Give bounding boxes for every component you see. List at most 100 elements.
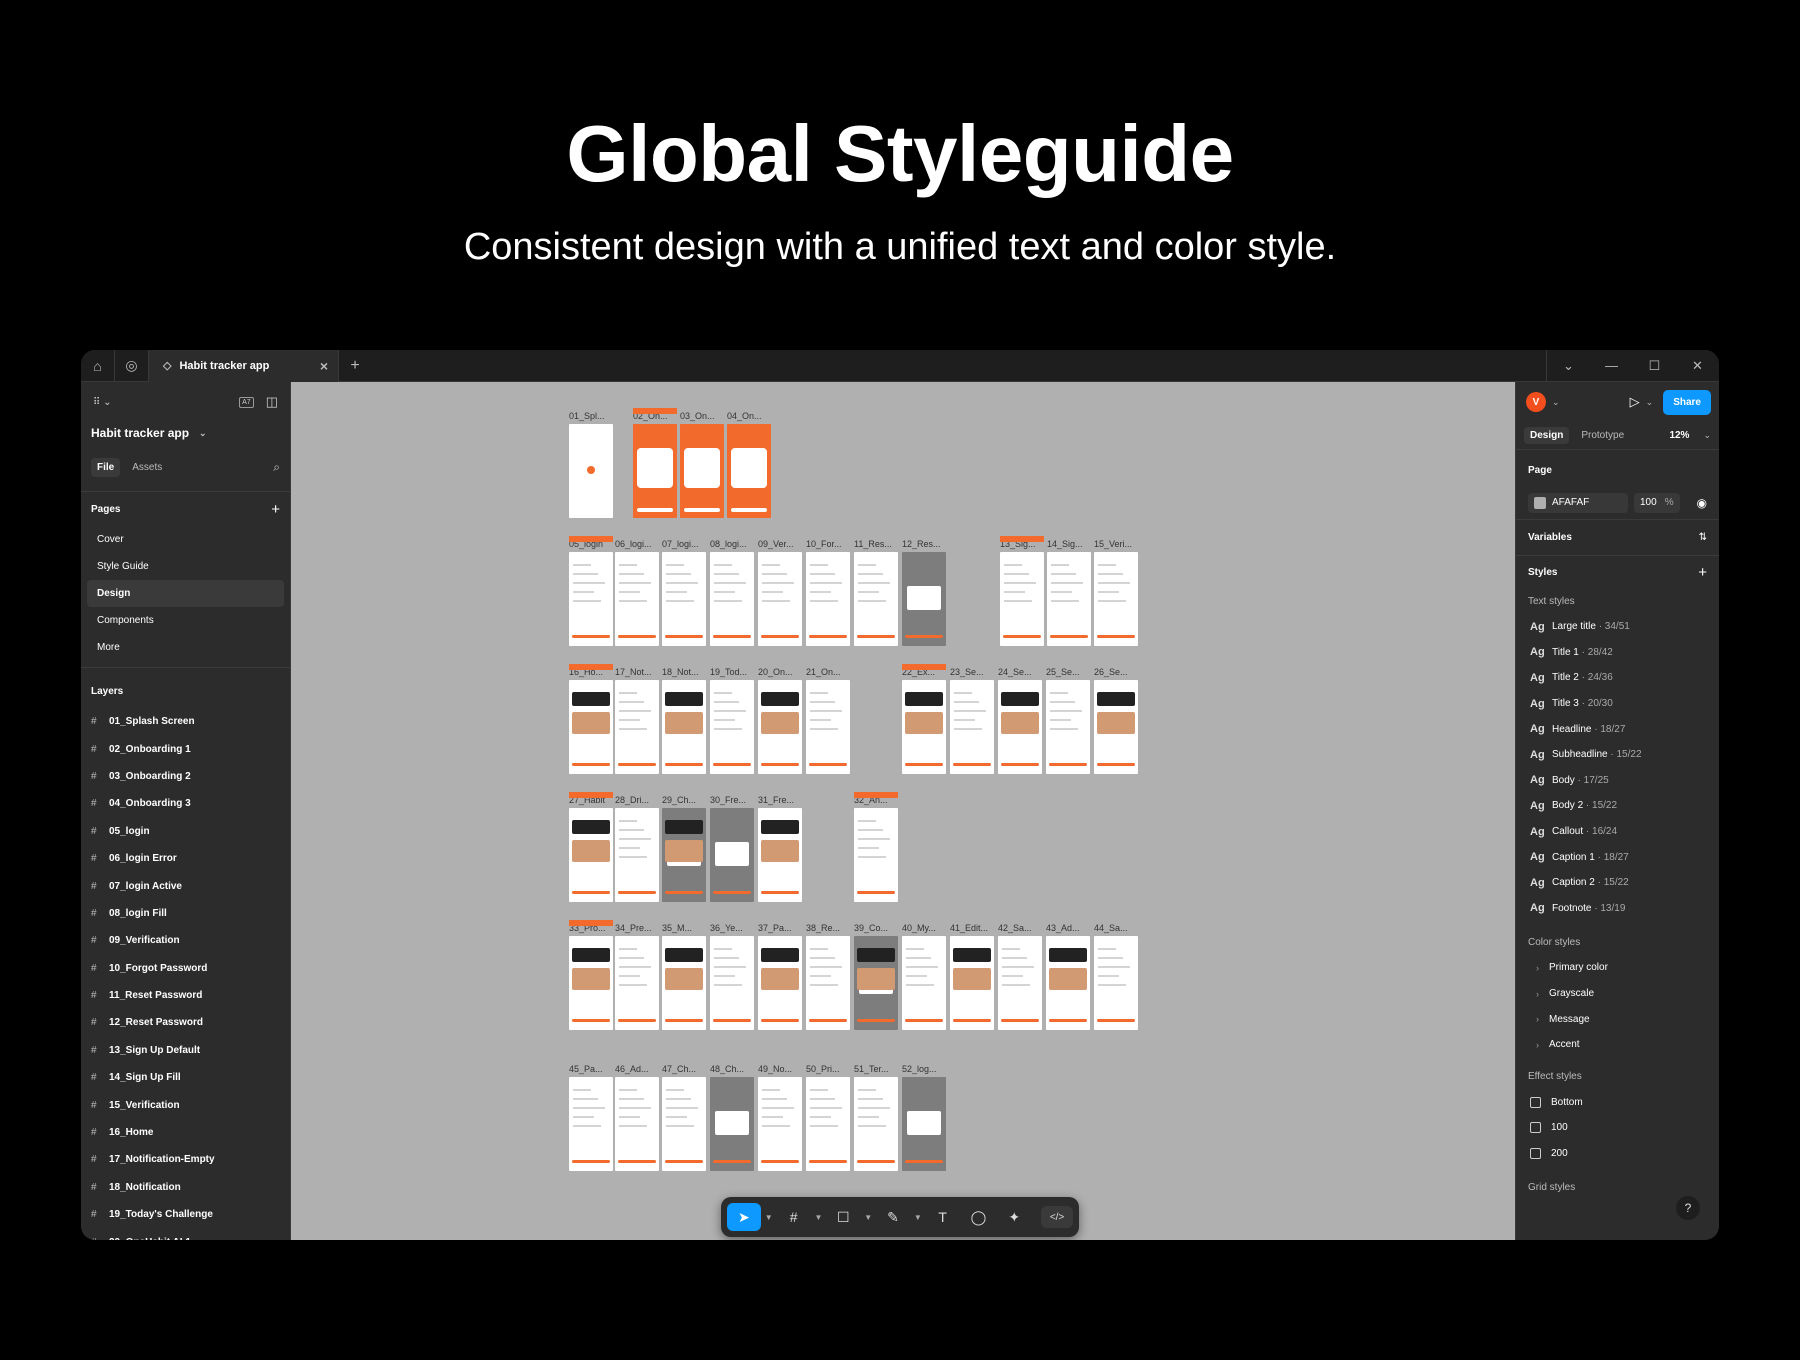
frame-label[interactable]: 17_Not... bbox=[615, 667, 652, 677]
layer-item[interactable]: #04_Onboarding 3 bbox=[81, 790, 290, 817]
chevron-right-icon[interactable]: › bbox=[1536, 1040, 1539, 1050]
frame-label[interactable]: 11_Res... bbox=[854, 539, 892, 549]
file-name-row[interactable]: Habit tracker app ⌄ bbox=[81, 422, 290, 444]
maximize-icon[interactable]: ☐ bbox=[1633, 350, 1676, 382]
frame-label[interactable]: 14_Sig... bbox=[1047, 539, 1083, 549]
screen-frame[interactable] bbox=[998, 936, 1042, 1030]
chevron-down-icon[interactable]: ▼ bbox=[862, 1203, 874, 1231]
frame-label[interactable]: 31_Fre... bbox=[758, 795, 794, 805]
help-button[interactable]: ? bbox=[1676, 1196, 1700, 1220]
frame-label[interactable]: 04_On... bbox=[727, 411, 762, 421]
frame-label[interactable]: 51_Ter... bbox=[854, 1064, 889, 1074]
text-style-item[interactable]: Ag Title 2 · 24/36 bbox=[1516, 665, 1719, 691]
frame-tool-icon[interactable]: # bbox=[777, 1203, 811, 1231]
chevron-right-icon[interactable]: › bbox=[1536, 1014, 1539, 1024]
screen-frame[interactable] bbox=[806, 1077, 850, 1171]
frame-label[interactable]: 20_On... bbox=[758, 667, 793, 677]
panel-toggle-icon[interactable]: ◫ bbox=[266, 394, 278, 410]
frame-label[interactable]: 49_No... bbox=[758, 1064, 792, 1074]
text-style-item[interactable]: Ag Headline · 18/27 bbox=[1516, 716, 1719, 742]
text-style-item[interactable]: Ag Body · 17/25 bbox=[1516, 768, 1719, 794]
screen-frame[interactable] bbox=[806, 680, 850, 774]
layer-item[interactable]: #11_Reset Password bbox=[81, 982, 290, 1009]
layer-item[interactable]: #17_Notification-Empty bbox=[81, 1146, 290, 1173]
text-style-item[interactable]: Ag Footnote · 13/19 bbox=[1516, 896, 1719, 922]
frame-label[interactable]: 45_Pa... bbox=[569, 1064, 603, 1074]
frame-label[interactable]: 26_Se... bbox=[1094, 667, 1128, 677]
pen-tool-icon[interactable]: ✎ bbox=[876, 1203, 910, 1231]
frame-label[interactable]: 24_Se... bbox=[998, 667, 1032, 677]
screen-frame[interactable] bbox=[758, 552, 802, 646]
avatar[interactable]: V bbox=[1526, 392, 1546, 412]
frame-label[interactable]: 42_Sa... bbox=[998, 923, 1032, 933]
page-color-input[interactable]: AFAFAF bbox=[1528, 492, 1628, 513]
effect-style-item[interactable]: Bottom bbox=[1516, 1090, 1719, 1116]
layer-item[interactable]: #08_login Fill bbox=[81, 900, 290, 927]
screen-frame[interactable] bbox=[854, 1077, 898, 1171]
screen-frame[interactable] bbox=[1000, 552, 1044, 646]
screen-frame[interactable] bbox=[615, 1077, 659, 1171]
actions-sparkle-icon[interactable]: ✦ bbox=[997, 1203, 1031, 1231]
zoom-level[interactable]: 12% bbox=[1669, 430, 1689, 441]
layer-item[interactable]: #01_Splash Screen bbox=[81, 708, 290, 735]
frame-label[interactable]: 09_Ver... bbox=[758, 539, 794, 549]
screen-frame[interactable] bbox=[1094, 680, 1138, 774]
layer-item[interactable]: #03_Onboarding 2 bbox=[81, 763, 290, 790]
file-tab[interactable]: ◇ Habit tracker app × bbox=[149, 350, 339, 382]
screen-frame[interactable] bbox=[569, 680, 613, 774]
tab-design[interactable]: Design bbox=[1524, 427, 1570, 444]
chevron-down-icon[interactable]: ⌄ bbox=[1703, 430, 1711, 441]
color-style-item[interactable]: › Primary color bbox=[1516, 955, 1719, 981]
layer-item[interactable]: #05_login bbox=[81, 818, 290, 845]
frame-label[interactable]: 46_Ad... bbox=[615, 1064, 649, 1074]
layer-item[interactable]: #09_Verification bbox=[81, 927, 290, 954]
screen-frame[interactable] bbox=[950, 936, 994, 1030]
screen-frame[interactable] bbox=[1046, 680, 1090, 774]
chevron-down-icon[interactable]: ⌄ bbox=[1552, 397, 1560, 408]
layer-item[interactable]: #07_login Active bbox=[81, 872, 290, 899]
frame-label[interactable]: 50_Pri... bbox=[806, 1064, 840, 1074]
comment-tool-icon[interactable]: ◯ bbox=[962, 1203, 996, 1231]
screen-frame[interactable] bbox=[1094, 552, 1138, 646]
layer-item[interactable]: #18_Notification bbox=[81, 1174, 290, 1201]
screen-frame[interactable] bbox=[758, 808, 802, 902]
screen-frame[interactable] bbox=[710, 1077, 754, 1171]
screen-frame[interactable] bbox=[902, 680, 946, 774]
frame-label[interactable]: 28_Dri... bbox=[615, 795, 649, 805]
screen-frame[interactable] bbox=[1094, 936, 1138, 1030]
screen-frame[interactable] bbox=[758, 1077, 802, 1171]
dev-mode-code-icon[interactable]: </> bbox=[1041, 1206, 1073, 1228]
screen-frame[interactable] bbox=[569, 424, 613, 518]
frame-label[interactable]: 06_logi... bbox=[615, 539, 652, 549]
frame-label[interactable]: 35_M... bbox=[662, 923, 692, 933]
chevron-down-icon[interactable]: ▼ bbox=[912, 1203, 924, 1231]
chevron-down-icon[interactable]: ⌄ bbox=[1547, 350, 1590, 382]
frame-label[interactable]: 38_Re... bbox=[806, 923, 840, 933]
frame-label[interactable]: 41_Edit... bbox=[950, 923, 988, 933]
figma-menu-icon[interactable]: ⠿ ⌄ bbox=[93, 397, 111, 408]
close-tab-icon[interactable]: × bbox=[320, 358, 328, 374]
screen-frame[interactable] bbox=[710, 936, 754, 1030]
screen-frame[interactable] bbox=[633, 424, 677, 518]
frame-label[interactable]: 08_logi... bbox=[710, 539, 747, 549]
text-style-item[interactable]: Ag Caption 1 · 18/27 bbox=[1516, 844, 1719, 870]
screen-frame[interactable] bbox=[710, 680, 754, 774]
move-tool-icon[interactable]: ➤ bbox=[727, 1203, 761, 1231]
frame-label[interactable]: 52_log... bbox=[902, 1064, 937, 1074]
text-style-item[interactable]: Ag Body 2 · 15/22 bbox=[1516, 793, 1719, 819]
page-item-more[interactable]: More bbox=[87, 634, 284, 661]
text-style-item[interactable]: Ag Callout · 16/24 bbox=[1516, 819, 1719, 845]
variables-adjust-icon[interactable]: ⇅ bbox=[1699, 532, 1707, 543]
screen-frame[interactable] bbox=[998, 680, 1042, 774]
screen-frame[interactable] bbox=[1046, 936, 1090, 1030]
screen-frame[interactable] bbox=[950, 680, 994, 774]
layer-item[interactable]: #16_Home bbox=[81, 1119, 290, 1146]
frame-label[interactable]: 12_Res... bbox=[902, 539, 941, 549]
frame-label[interactable]: 34_Pre... bbox=[615, 923, 652, 933]
frame-label[interactable]: 10_For... bbox=[806, 539, 842, 549]
new-tab-plus-icon[interactable]: + bbox=[339, 357, 371, 375]
screen-frame[interactable] bbox=[854, 936, 898, 1030]
close-window-icon[interactable]: ✕ bbox=[1676, 350, 1719, 382]
layer-item[interactable]: #12_Reset Password bbox=[81, 1009, 290, 1036]
frame-label[interactable]: 21_On... bbox=[806, 667, 841, 677]
